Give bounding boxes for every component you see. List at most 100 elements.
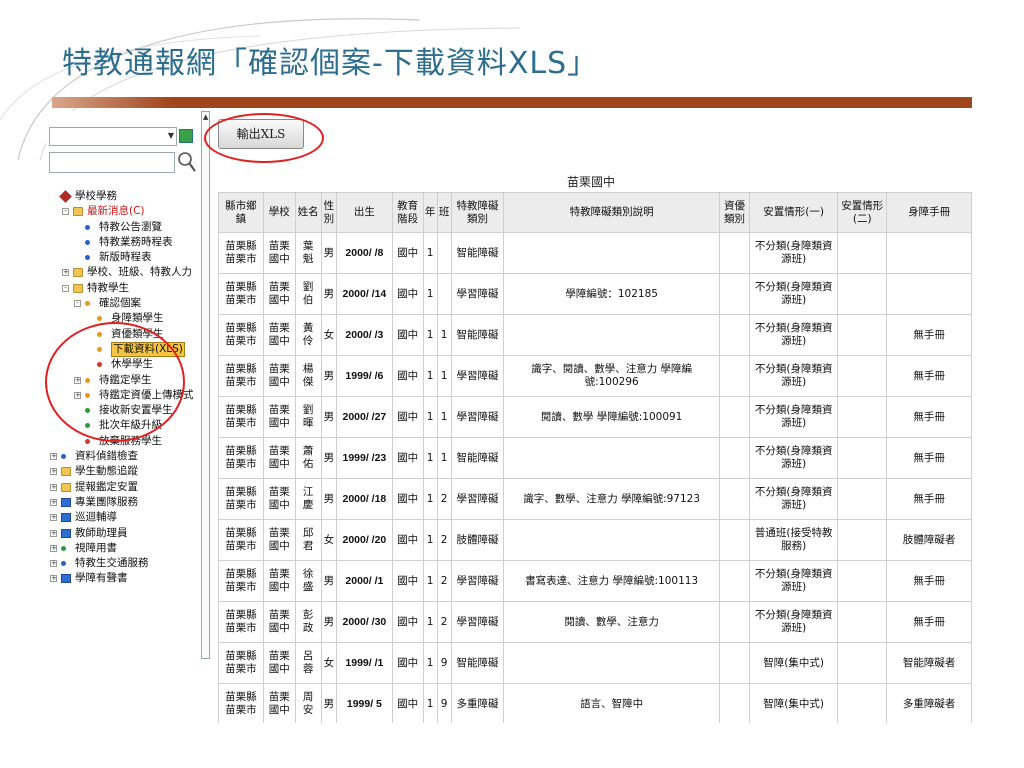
expand-icon[interactable]: + <box>50 514 57 522</box>
expand-icon[interactable]: + <box>50 453 57 461</box>
table-row[interactable]: 苗栗縣苗栗市 苗栗國中黃 伶女 2000/ /3 國中 1 1 智能障礙 不分類(身障類資源班… <box>218 314 972 356</box>
table-row[interactable]: 苗栗縣苗栗市 苗栗國中劉 暉男 2000/ /27 國中 1 1 學習障礙 閱讀、數學 學障編… <box>218 396 972 438</box>
column-header[interactable]: 資優類別 <box>718 192 751 233</box>
column-header[interactable]: 姓名 <box>294 192 322 233</box>
nav-item[interactable]: + 巡迴輔導 <box>46 510 201 525</box>
table-cell: 1 <box>422 560 438 602</box>
table-cell: 學習障礙 <box>450 478 505 520</box>
nav-item-label: 放棄服務學生 <box>99 434 162 447</box>
table-row[interactable]: 苗栗縣苗栗市 苗栗國中徐 盛男 2000/ /1 國中 1 2 學習障礙 書寫表達、注意力 學… <box>218 560 972 602</box>
nav-item[interactable]: - 確認個案 <box>46 296 201 311</box>
table-row[interactable]: 苗栗縣苗栗市 苗栗國中楊 傑男 1999/ /6 國中 1 1 學習障礙 識字、閱讀、數學、注… <box>218 355 972 397</box>
table-row[interactable]: 苗栗縣苗栗市 苗栗國中葉 魁男 2000/ /8 國中 1 智能障礙 不分類(身障類資源班) <box>218 232 972 274</box>
nav-item[interactable]: + 提報鑑定安置 <box>46 480 201 495</box>
nav-item[interactable]: + 學校、班級、特教人力 <box>46 265 201 280</box>
expand-icon[interactable]: + <box>50 468 57 476</box>
column-header[interactable]: 教育階段 <box>391 192 424 233</box>
expand-icon[interactable]: + <box>50 575 57 583</box>
table-cell: 2000/ /20 <box>336 519 393 561</box>
expand-icon[interactable]: + <box>74 376 81 384</box>
column-header[interactable]: 縣市鄉鎮 <box>218 192 264 233</box>
table-cell: 不分類(身障類資源班) <box>749 560 839 602</box>
nav-item[interactable]: + 待鑑定資優上傳模式 <box>46 388 201 403</box>
column-header[interactable]: 安置情形(一) <box>749 192 839 233</box>
nav-item[interactable]: + 特教生交通服務 <box>46 556 201 571</box>
magnifier-icon[interactable] <box>177 151 197 173</box>
search-input[interactable] <box>49 152 175 173</box>
nav-item[interactable]: 批次年級升級 <box>46 418 201 433</box>
nav-item[interactable]: + 專業團隊服務 <box>46 495 201 510</box>
table-row[interactable]: 苗栗縣苗栗市 苗栗國中蕭 佑男 1999/ /23 國中 1 1 智能障礙 不分類(身障類資源… <box>218 437 972 479</box>
column-header[interactable]: 特教障礙類別說明 <box>503 192 720 233</box>
nav-item-label: 資優類學生 <box>111 327 164 340</box>
collapse-arrow-icon: ▲ <box>203 113 209 121</box>
expand-icon[interactable]: + <box>50 483 57 491</box>
nav-item[interactable]: + 資料偵錯檢查 <box>46 449 201 464</box>
nav-item[interactable]: + 教師助理員 <box>46 526 201 541</box>
column-header[interactable]: 身障手冊 <box>886 192 972 233</box>
nav-item[interactable]: 休學學生 <box>46 357 201 372</box>
table-cell: 學習障礙 <box>450 273 505 315</box>
nav-item[interactable]: 身障類學生 <box>46 311 201 326</box>
nav-item[interactable]: + 待鑑定學生 <box>46 373 201 388</box>
nav-item[interactable]: 放棄服務學生 <box>46 434 201 449</box>
table-cell: 苗栗縣苗栗市 <box>218 519 264 561</box>
collapse-icon[interactable]: - <box>62 208 69 216</box>
export-xls-button[interactable]: 輸出XLS <box>218 119 304 149</box>
nav-item[interactable]: 接收新安置學生 <box>46 403 201 418</box>
expand-icon[interactable]: + <box>50 529 57 537</box>
table-cell: 苗栗縣苗栗市 <box>218 355 264 397</box>
go-icon[interactable] <box>179 129 193 143</box>
table-row[interactable]: 苗栗縣苗栗市 苗栗國中呂 蓉女 1999/ /1 國中 1 9 智能障礙 智障(集中式) 智能障… <box>218 642 972 684</box>
nav-item[interactable]: - 最新消息(C) <box>46 204 201 219</box>
column-header[interactable]: 班 <box>436 192 452 233</box>
nav-item[interactable]: 特教業務時程表 <box>46 235 201 250</box>
table-cell: 男 <box>320 355 338 397</box>
table-row[interactable]: 苗栗縣苗栗市 苗栗國中江 慶男 2000/ /18 國中 1 2 學習障礙 識字、數學、注意力… <box>218 478 972 520</box>
table-cell: 多重障礙 <box>450 683 505 723</box>
nav-item[interactable]: + 學障有聲書 <box>46 571 201 586</box>
collapse-icon[interactable]: - <box>62 284 69 292</box>
chevron-down-icon: ▼ <box>167 131 174 140</box>
nav-item[interactable]: 資優類學生 <box>46 327 201 342</box>
column-header[interactable]: 性別 <box>320 192 338 233</box>
nav-item[interactable]: 下載資料(XLS) <box>46 341 201 357</box>
expand-icon[interactable]: + <box>50 544 57 552</box>
unit-select[interactable]: ▼ <box>49 127 177 146</box>
table-cell <box>718 683 751 723</box>
column-header[interactable]: 安置情形(二) <box>837 192 888 233</box>
nav-item[interactable]: 學校學務 <box>46 189 201 204</box>
column-header[interactable]: 年 <box>422 192 438 233</box>
module-icon <box>61 574 71 584</box>
nav-item[interactable]: + 學生動態追蹤 <box>46 464 201 479</box>
table-cell: 1 <box>422 683 438 723</box>
expand-icon[interactable]: + <box>50 560 57 568</box>
table-row[interactable]: 苗栗縣苗栗市 苗栗國中周 安男 1999/ 5 國中 1 9 多重障礙 語言、智障中 智障(集中… <box>218 683 972 723</box>
table-cell <box>718 232 751 274</box>
column-header[interactable]: 出生 <box>336 192 393 233</box>
table-header-row: 縣市鄉鎮 學校 姓名 性別 出生 教育階段年班特教障礙類別 特教障礙類別說明 資優類別 安置情形… <box>218 192 972 233</box>
table-cell: 1 <box>422 642 438 684</box>
table-cell: 徐 盛 <box>294 560 322 602</box>
expand-icon[interactable]: + <box>62 269 69 277</box>
nav-item[interactable]: + 視障用書 <box>46 541 201 556</box>
column-header[interactable]: 特教障礙類別 <box>450 192 505 233</box>
expand-icon[interactable]: + <box>50 498 57 506</box>
nav-item-label: 學校、班級、特教人力 <box>87 266 192 279</box>
column-header[interactable]: 學校 <box>262 192 296 233</box>
nav-item[interactable]: - 特教學生 <box>46 281 201 296</box>
table-cell: 普通班(接受特教服務) <box>749 519 839 561</box>
table-cell: 不分類(身障類資源班) <box>749 273 839 315</box>
table-cell: 1999/ /6 <box>336 355 393 397</box>
collapse-icon[interactable]: - <box>74 300 81 308</box>
table-row[interactable]: 苗栗縣苗栗市 苗栗國中劉 伯男 2000/ /14 國中 1 學習障礙 學障編號：10218… <box>218 273 972 315</box>
table-cell: 1 <box>436 437 452 479</box>
expand-icon[interactable]: + <box>74 391 81 399</box>
splitter[interactable]: ▲ <box>201 111 210 659</box>
table-row[interactable]: 苗栗縣苗栗市 苗栗國中彭 政男 2000/ /30 國中 1 2 學習障礙 閱讀、數學、注意力… <box>218 601 972 643</box>
nav-item[interactable]: 新版時程表 <box>46 250 201 265</box>
nav-item[interactable]: 特教公告瀏覽 <box>46 220 201 235</box>
table-row[interactable]: 苗栗縣苗栗市 苗栗國中邱 君女 2000/ /20 國中 1 2 肢體障礙 普通班(接受特教服… <box>218 519 972 561</box>
table-cell <box>837 396 888 438</box>
table-cell <box>718 601 751 643</box>
